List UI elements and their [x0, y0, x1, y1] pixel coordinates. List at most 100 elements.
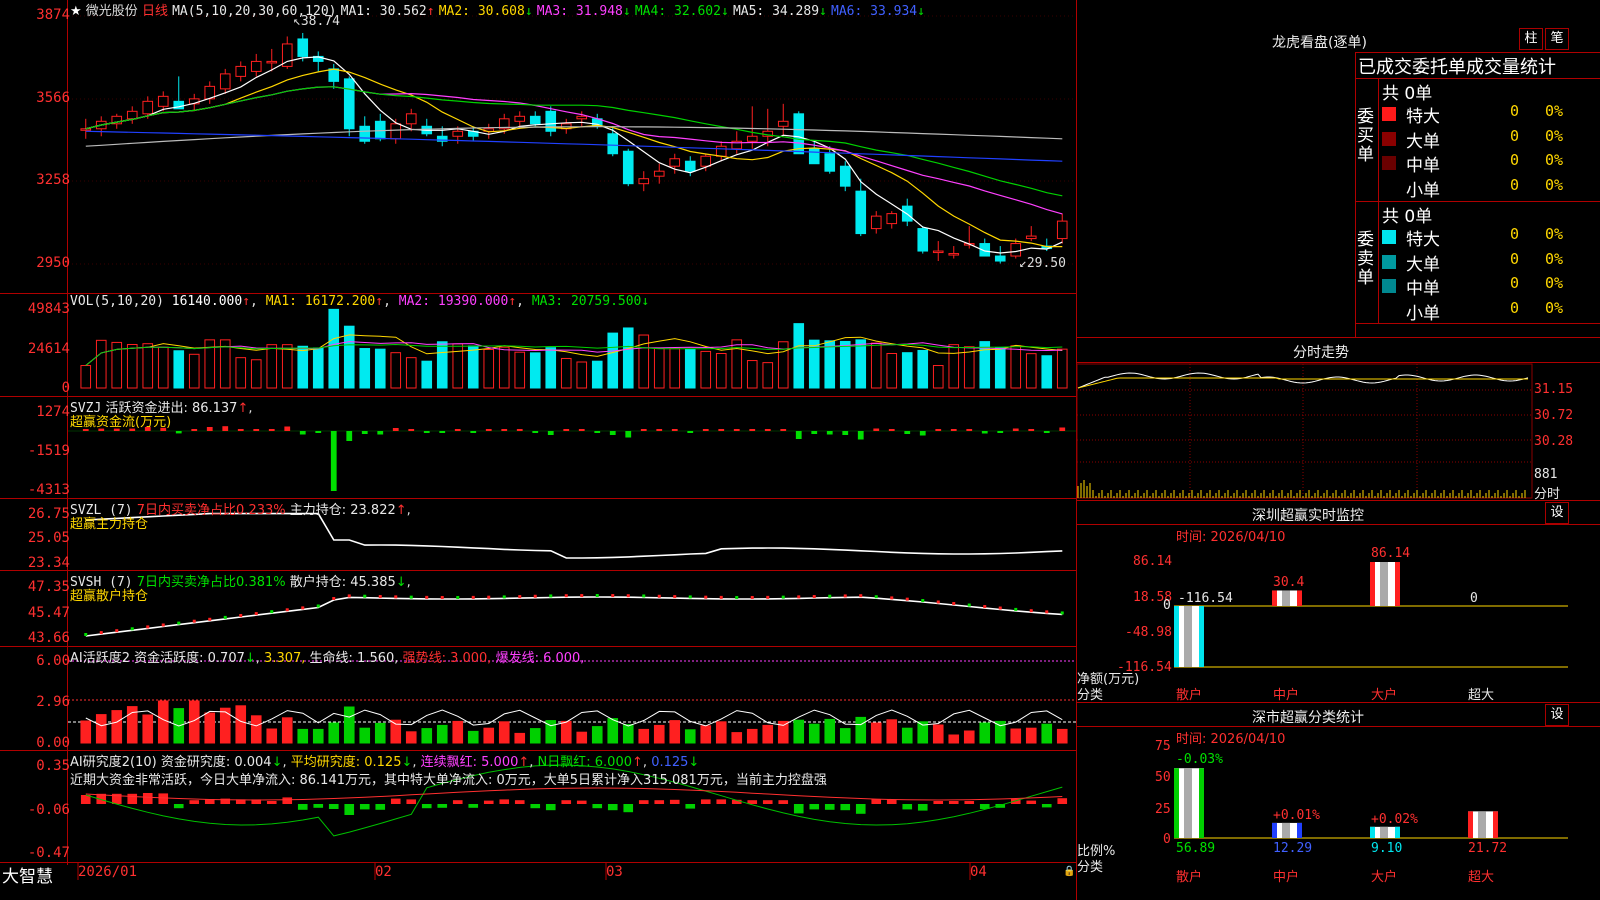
ma6-line [85, 130, 1063, 162]
tick-view-button[interactable]: 笔 [1545, 28, 1569, 50]
retail-dot [254, 612, 258, 616]
candle-body [529, 115, 541, 125]
date-label-3: 03 [606, 864, 623, 880]
activity-bar [963, 730, 975, 744]
volume-bar [824, 340, 836, 389]
sell-row-3: 小单 0 0% [1380, 299, 1600, 324]
candle-body [328, 68, 340, 82]
flow-bar [997, 431, 1004, 433]
retail-dot [952, 602, 956, 606]
buy-row-0: 特大 0 0% [1380, 102, 1600, 127]
retail-dot [502, 595, 506, 599]
retail-dot [456, 595, 460, 599]
buy-count: 0 [1510, 126, 1520, 145]
retail-dot [580, 594, 584, 598]
svzl-axis-1: 26.75 [27, 506, 70, 522]
sell-pct: 0% [1545, 249, 1564, 268]
sell-label: 委卖单 [1357, 230, 1374, 288]
volume-bar [80, 365, 92, 389]
buy-swatch [1382, 131, 1396, 146]
flow-bar [206, 427, 213, 431]
activity-bar [746, 728, 758, 744]
activity-bar [901, 727, 913, 744]
flow-bar [501, 429, 508, 431]
volume-bar [684, 348, 696, 389]
ma6-label: MA6: 33.934↓ [831, 4, 925, 19]
retail-dot [967, 603, 971, 607]
sz-val-zhonghu: 30.4 [1273, 575, 1305, 590]
flow-bar [516, 429, 523, 431]
buy-count: 0 [1510, 151, 1520, 169]
activity-bar [1041, 723, 1053, 744]
candle-body [343, 78, 355, 130]
volume-bar [545, 347, 557, 389]
activity-bar [498, 721, 510, 744]
retail-dot [704, 595, 708, 599]
retail-dot [316, 604, 320, 608]
retail-dot [781, 595, 785, 599]
flow-bar [826, 431, 833, 435]
candle-body [700, 155, 712, 167]
retail-dot [874, 595, 878, 599]
candle-body [839, 165, 851, 187]
volume-bar [793, 323, 805, 389]
candle-body [684, 160, 696, 172]
period-label[interactable]: 日线 [142, 4, 168, 19]
sh-val-2: 12.29 [1273, 841, 1313, 856]
candle-body [994, 255, 1006, 262]
candle-body [1010, 243, 1022, 257]
volume-bar [235, 357, 247, 389]
sell-count: 0 [1510, 274, 1520, 292]
flow-bar [454, 429, 461, 431]
volume-bar [715, 352, 727, 389]
research-bar [375, 804, 386, 810]
volume-bar [157, 346, 169, 389]
svzj-subtitle: 超赢资金流(万元) [70, 415, 172, 430]
star-icon[interactable]: ★ [70, 4, 82, 19]
sz-settings-button[interactable]: 设 [1545, 502, 1569, 524]
research-bar [127, 793, 138, 804]
flow-bar [857, 431, 864, 440]
candle-body [297, 38, 309, 57]
retail-dot [146, 625, 150, 629]
research-bar [871, 799, 882, 804]
sh-settings-button[interactable]: 设 [1545, 704, 1569, 726]
research-bar [344, 804, 355, 815]
activity-bar [653, 724, 665, 744]
flow-bar [392, 428, 399, 431]
sz-val-sanhu: -116.54 [1178, 591, 1233, 606]
buy-swatch [1382, 156, 1396, 170]
sh-cat-3: 大户 [1371, 870, 1398, 885]
research-bar [499, 799, 510, 804]
volume-bar [622, 327, 634, 389]
retail-dot [177, 621, 181, 625]
ma1-label: MA1: 30.562↑ [340, 4, 435, 19]
candle-body [746, 135, 758, 142]
flow-bar [1028, 429, 1035, 431]
activity-bar [684, 729, 696, 744]
sell-name: 大单 [1406, 254, 1440, 275]
volume-bar [359, 348, 371, 389]
research-bar [886, 799, 897, 804]
flow-bar [253, 429, 260, 431]
ts-axis-4: 881 [1534, 467, 1558, 482]
activity-bar [529, 728, 541, 744]
research-bar [778, 800, 789, 804]
volume-bar [1056, 348, 1068, 389]
research-bar [468, 804, 479, 808]
column-view-button[interactable]: 柱 [1519, 28, 1543, 50]
svzj-axis-3: -4313 [27, 482, 70, 498]
sz-bar-dahu [1370, 562, 1400, 606]
buy-total: 共 0单 [1382, 84, 1433, 104]
lock-icon[interactable]: 🔒 [1063, 866, 1075, 877]
ai-active-axis-2: 2.96 [36, 694, 70, 710]
vol-axis-2: 24614 [27, 341, 70, 357]
sell-pct: 0% [1545, 225, 1564, 243]
activity-bar [638, 728, 650, 744]
ma4-line [85, 86, 1063, 197]
main-right-border [1076, 0, 1077, 900]
flow-bar [222, 426, 229, 431]
buy-label: 委买单 [1357, 107, 1374, 165]
sell-name: 中单 [1406, 279, 1440, 299]
flow-bar [811, 431, 818, 434]
